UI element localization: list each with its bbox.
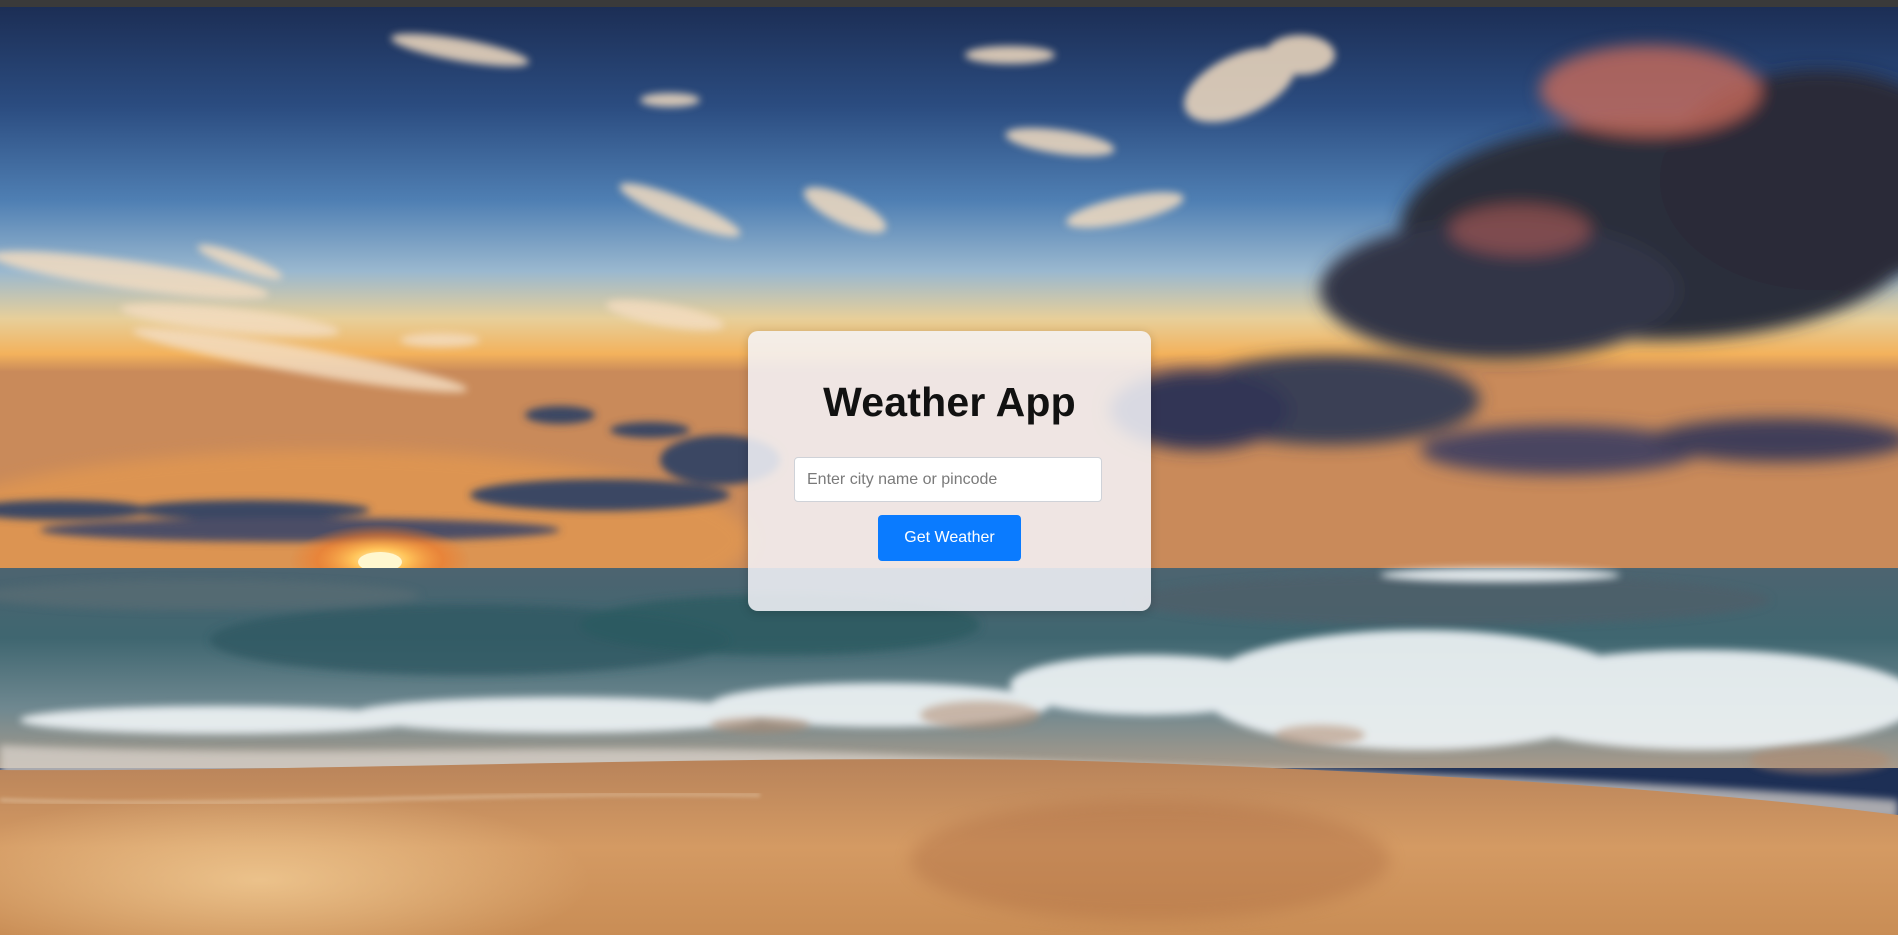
weather-app-page: Weather App Get Weather (0, 0, 1898, 935)
weather-search-card: Weather App Get Weather (748, 331, 1151, 611)
top-edge-bar (0, 0, 1898, 7)
get-weather-button[interactable]: Get Weather (878, 515, 1021, 561)
city-search-input[interactable] (794, 457, 1102, 502)
app-title: Weather App (823, 379, 1076, 425)
